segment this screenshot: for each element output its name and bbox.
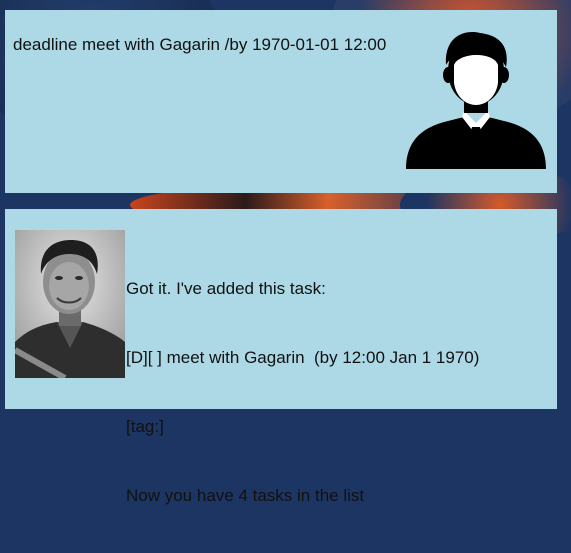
duke-avatar	[15, 230, 125, 378]
user-message-bubble: deadline meet with Gagarin /by 1970-01-0…	[5, 10, 557, 193]
duke-message-text: Got it. I've added this task: [D][ ] mee…	[126, 231, 546, 553]
duke-message-line: Got it. I've added this task:	[126, 279, 326, 298]
user-message-text: deadline meet with Gagarin /by 1970-01-0…	[13, 35, 387, 54]
gagarin-portrait	[15, 230, 125, 378]
duke-message-bubble: Got it. I've added this task: [D][ ] mee…	[5, 209, 557, 505]
user-avatar	[402, 31, 550, 171]
duke-message-line: [D][ ] meet with Gagarin (by 12:00 Jan 1…	[126, 348, 480, 367]
duke-message-line: [tag:]	[126, 417, 164, 436]
duke-message-line: Now you have 4 tasks in the list	[126, 486, 365, 505]
user-silhouette-icon	[406, 32, 546, 169]
